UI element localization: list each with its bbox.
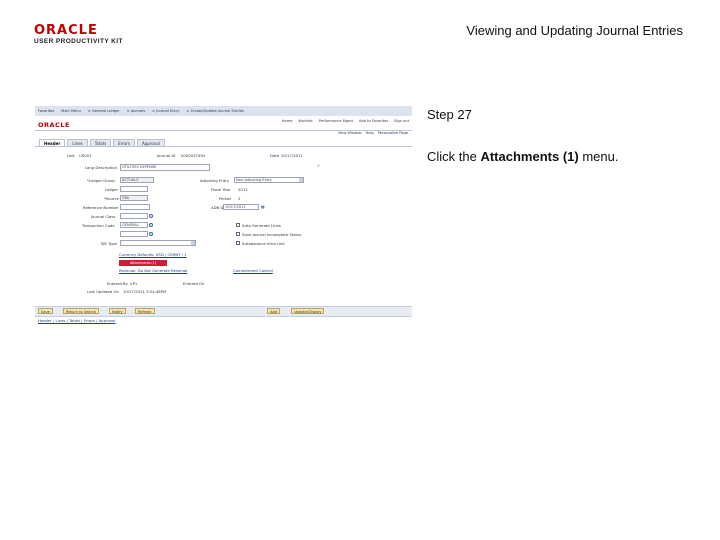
adb-date-field[interactable]: 10/17/2011	[223, 204, 259, 210]
add-button[interactable]: Add	[267, 308, 280, 314]
new-window-link[interactable]: New Window	[338, 131, 361, 136]
journal-class-label: Journal Class	[91, 214, 116, 219]
adjusting-entry-select[interactable]: Non-Adjusting Entry	[234, 177, 304, 183]
long-description-field[interactable]: UTILITIES EXPENSE	[120, 164, 210, 171]
nav-item[interactable]: Favorites	[38, 109, 54, 114]
toolbar: Save Return to Search Notify Refresh Add…	[35, 306, 412, 317]
entered-by-label: Entered By	[107, 281, 128, 286]
transaction-code-field[interactable]: GENERAL	[120, 222, 148, 228]
step-number: Step 27	[427, 107, 472, 122]
last-updated-label: Last Updated On	[87, 289, 119, 294]
sje-type-label: SJE Type	[101, 241, 117, 246]
ledger-group-label: *Ledger Group	[87, 178, 115, 183]
transaction-code-search-icon[interactable]	[149, 223, 153, 227]
footer-tab-links[interactable]: Header | Lines | Totals | Errors | Appro…	[38, 318, 115, 323]
top-link-worklist[interactable]: Worklist	[298, 119, 312, 124]
source-label: *Source	[104, 196, 119, 201]
top-links: Home Worklist Performance Mgmt Add to Fa…	[282, 119, 409, 124]
refresh-button[interactable]: Refresh	[135, 308, 155, 314]
top-link-signout[interactable]: Sign out	[394, 119, 409, 124]
save-incomplete-checkbox[interactable]	[236, 232, 240, 236]
auto-generate-lines-label: Auto Generate Lines	[242, 223, 281, 228]
tab-divider	[35, 146, 412, 147]
ledger-field[interactable]	[120, 186, 148, 192]
nav-item[interactable]: > Journals	[127, 109, 145, 114]
peoplesoft-screenshot: Favorites Main Menu > General Ledger > J…	[35, 106, 412, 326]
spellcheck-icon[interactable]: ✓	[317, 163, 320, 168]
attachments-menu-button[interactable]: Attachments (1)	[119, 260, 167, 266]
date-label: Date	[270, 153, 280, 158]
journal-class-field[interactable]	[120, 213, 148, 219]
instruction-suffix: menu.	[578, 149, 619, 164]
calendar-icon[interactable]: ▦	[261, 204, 265, 209]
nav-item[interactable]: Main Menu	[61, 109, 81, 114]
reversal-link[interactable]: Reversal: Do Not Generate Reversal	[119, 268, 187, 273]
adjusting-entry-label: Adjusting Entry	[200, 178, 230, 183]
period-label: Period	[219, 196, 231, 201]
sje-type-select[interactable]	[120, 240, 196, 246]
fiscal-year-value: 2012	[238, 187, 248, 192]
breadcrumb-bar: Favorites Main Menu > General Ledger > J…	[35, 106, 412, 116]
logo-upk-text: USER PRODUCTIVITY KIT	[34, 38, 123, 45]
long-description-label: Long Description	[85, 165, 118, 170]
ledger-group-field[interactable]: ACTUALS	[120, 177, 154, 183]
secondary-code-field[interactable]	[120, 231, 148, 237]
fiscal-year-label: Fiscal Year	[211, 187, 231, 192]
page-links-bar: New Window Help Personalize Page	[35, 130, 412, 138]
date-value: 10/17/2011	[281, 153, 303, 158]
unit-label: Unit	[67, 153, 75, 158]
top-link-favorites[interactable]: Add to Favorites	[359, 119, 388, 124]
entered-on-label: Entered On	[183, 281, 205, 286]
logo-oracle-text: ORACLE	[34, 23, 98, 38]
top-link-performance[interactable]: Performance Mgmt	[319, 119, 353, 124]
reference-number-field[interactable]	[120, 204, 150, 210]
instruction-target: Attachments (1)	[480, 149, 579, 164]
return-to-search-button[interactable]: Return to Search	[63, 308, 100, 314]
notify-button[interactable]: Notify	[109, 308, 126, 314]
update-display-button[interactable]: Update/Display	[291, 308, 325, 314]
journal-id-value: 0000037494	[181, 153, 206, 158]
instruction-prefix: Click the	[427, 149, 481, 164]
brand-bar: ORACLE Home Worklist Performance Mgmt Ad…	[35, 116, 412, 131]
page-title: Viewing and Updating Journal Entries	[466, 23, 683, 38]
transaction-code-label: Transaction Code	[82, 223, 115, 228]
commitment-control-link[interactable]: Commitment Control	[233, 268, 273, 273]
step-instruction: Click the Attachments (1) menu.	[427, 149, 618, 164]
brand-logo: ORACLE	[38, 121, 70, 129]
personalize-link[interactable]: Personalize Page	[378, 131, 408, 136]
reference-number-label: Reference Number	[83, 205, 119, 210]
autobalance-checkbox[interactable]	[236, 241, 240, 245]
top-link-home[interactable]: Home	[282, 119, 293, 124]
auto-generate-lines-checkbox[interactable]	[236, 223, 240, 227]
unit-value: US001	[79, 153, 92, 158]
journal-class-search-icon[interactable]	[149, 214, 153, 218]
currency-defaults-link[interactable]: Currency Defaults: USD / CRRNT / 1	[119, 252, 187, 257]
oracle-upk-logo: ORACLE USER PRODUCTIVITY KIT	[34, 24, 123, 45]
save-button[interactable]: Save	[38, 308, 53, 314]
journal-id-label: Journal ID	[157, 153, 176, 158]
ledger-label: Ledger	[105, 187, 119, 192]
save-incomplete-label: Save Journal Incomplete Status	[242, 232, 302, 237]
source-field[interactable]: ONL	[120, 195, 148, 201]
nav-item[interactable]: > Journal Entry	[152, 109, 179, 114]
entered-by-value: VP1	[130, 281, 138, 286]
help-link[interactable]: Help	[366, 131, 374, 136]
nav-item[interactable]: > Create/Update Journal Entries	[186, 109, 244, 114]
last-updated-value: 10/17/2011 3:24:48PM	[123, 289, 167, 294]
period-value: 2	[238, 196, 241, 201]
autobalance-label: Autobalance Intra Unit	[242, 241, 285, 246]
secondary-code-search-icon[interactable]	[149, 232, 153, 236]
nav-item[interactable]: > General Ledger	[88, 109, 120, 114]
